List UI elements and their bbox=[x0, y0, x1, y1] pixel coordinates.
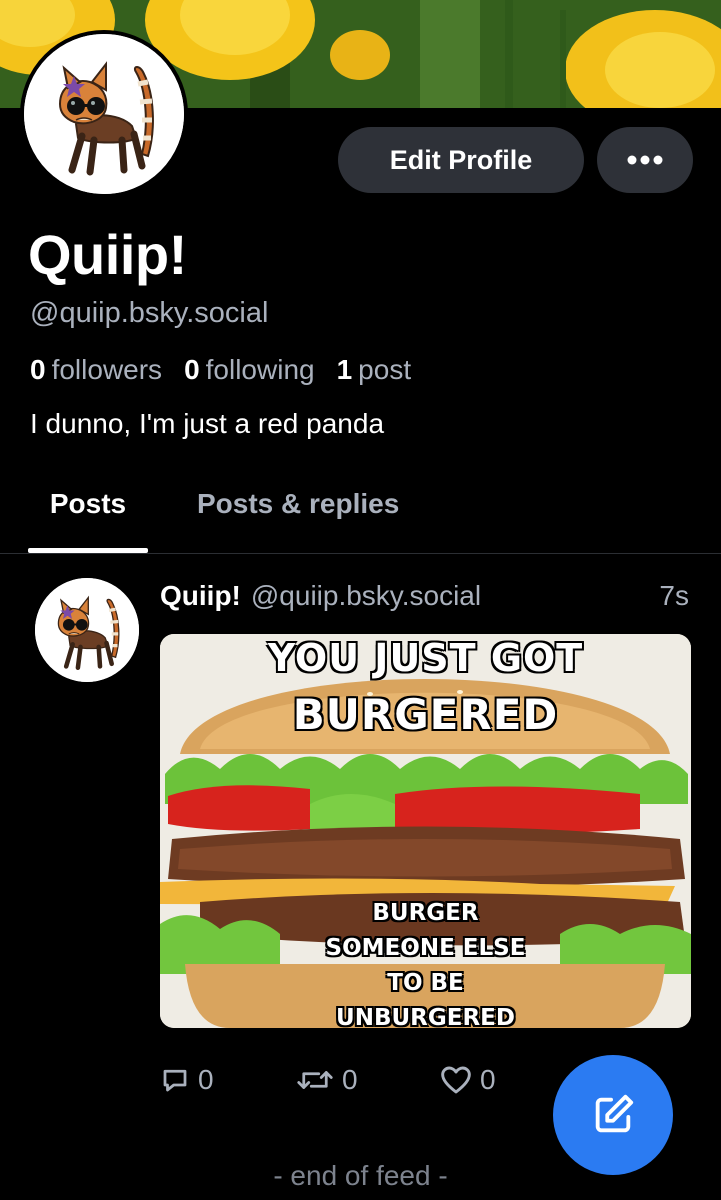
tab-posts[interactable]: Posts bbox=[28, 488, 148, 553]
meme-bottom-line: TO BE bbox=[387, 970, 464, 996]
post-header: Quiip! @quiip.bsky.social bbox=[160, 580, 481, 612]
post-author-avatar[interactable] bbox=[35, 578, 139, 682]
meme-bottom-line: UNBURGERED bbox=[336, 1005, 515, 1028]
profile-stats: 0 followers 0 following 1 post bbox=[30, 354, 411, 386]
profile-display-name: Quiip! bbox=[28, 223, 187, 286]
meme-bottom-line: SOMEONE ELSE bbox=[325, 935, 526, 961]
like-button[interactable]: 0 bbox=[440, 1064, 496, 1096]
followers-label: followers bbox=[51, 354, 163, 385]
following-count: 0 bbox=[184, 354, 200, 385]
post-author-name[interactable]: Quiip! bbox=[160, 580, 241, 612]
posts-count: 1 bbox=[336, 354, 353, 385]
reply-count: 0 bbox=[198, 1064, 214, 1095]
followers-link[interactable]: 0 followers bbox=[30, 354, 162, 386]
posts-stat: 1 post bbox=[337, 354, 412, 386]
meme-text-line2: BURGERED bbox=[292, 690, 559, 739]
posts-label: post bbox=[358, 354, 412, 385]
meme-text-bottom: BURGER SOMEONE ELSE TO BE UNBURGERED bbox=[160, 896, 691, 1028]
active-tab-indicator bbox=[28, 548, 148, 553]
like-count: 0 bbox=[480, 1064, 496, 1095]
end-of-feed-label: - end of feed - bbox=[273, 1160, 448, 1191]
more-options-button[interactable] bbox=[597, 127, 693, 193]
post-author-handle[interactable]: @quiip.bsky.social bbox=[251, 580, 481, 612]
post-timestamp[interactable]: 7s bbox=[659, 580, 689, 612]
repost-button[interactable]: 0 bbox=[296, 1064, 358, 1096]
followers-count: 0 bbox=[30, 354, 46, 385]
meme-bottom-line: BURGER bbox=[372, 900, 479, 926]
reply-icon bbox=[163, 1069, 187, 1092]
profile-handle: @quiip.bsky.social bbox=[30, 297, 269, 329]
reply-button[interactable]: 0 bbox=[160, 1064, 214, 1096]
repost-icon bbox=[297, 1071, 333, 1089]
profile-bio: I dunno, I'm just a red panda bbox=[30, 408, 385, 439]
profile-avatar[interactable] bbox=[20, 30, 188, 198]
profile-tabs: Posts Posts & replies bbox=[0, 470, 721, 554]
repost-count: 0 bbox=[342, 1064, 358, 1095]
following-link[interactable]: 0 following bbox=[184, 354, 315, 386]
compose-post-button[interactable] bbox=[553, 1055, 673, 1175]
tab-posts-and-replies-label: Posts & replies bbox=[197, 488, 400, 519]
compose-icon bbox=[595, 1094, 634, 1133]
more-dots-icon bbox=[627, 155, 663, 165]
tab-posts-and-replies[interactable]: Posts & replies bbox=[197, 488, 399, 520]
heart-icon bbox=[441, 1066, 471, 1094]
tab-posts-label: Posts bbox=[49, 488, 127, 519]
following-label: following bbox=[205, 354, 315, 385]
edit-profile-button[interactable]: Edit Profile bbox=[338, 127, 584, 193]
post-image[interactable]: YOU JUST GOT BURGERED BURGER SOMEONE ELS… bbox=[160, 634, 691, 1028]
meme-text-line1: YOU JUST GOT bbox=[267, 636, 584, 680]
